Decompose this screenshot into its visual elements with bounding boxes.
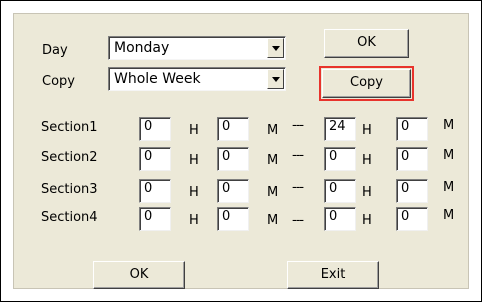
- hour-unit: H: [362, 185, 372, 200]
- day-select[interactable]: Monday: [108, 36, 286, 60]
- copy-select-value: Whole Week: [114, 71, 201, 87]
- end-minute-field[interactable]: 0: [396, 117, 428, 141]
- day-dropdown-arrow[interactable]: [267, 38, 284, 58]
- start-hour-field[interactable]: 0: [139, 117, 171, 141]
- start-hour-field[interactable]: 0: [139, 207, 171, 231]
- hour-unit: H: [189, 123, 199, 138]
- copy-label: Copy: [42, 74, 75, 89]
- minute-unit: M: [443, 180, 455, 195]
- start-hour-field[interactable]: 0: [139, 147, 171, 171]
- end-minute-field[interactable]: 0: [396, 179, 428, 203]
- start-minute-field-value: 0: [222, 209, 231, 224]
- minute-unit: M: [267, 213, 279, 228]
- start-hour-field-value: 0: [144, 181, 153, 196]
- end-minute-field-value: 0: [401, 119, 410, 134]
- end-hour-field-value: 24: [329, 119, 346, 134]
- section-label: Section2: [41, 150, 98, 165]
- day-label: Day: [42, 43, 68, 58]
- range-separator: ---: [292, 213, 304, 228]
- chevron-down-icon: [272, 46, 280, 51]
- hour-unit: H: [189, 185, 199, 200]
- start-minute-field[interactable]: 0: [217, 117, 249, 141]
- start-minute-field-value: 0: [222, 149, 231, 164]
- bottom-ok-button-label: OK: [129, 267, 149, 282]
- range-separator: ---: [292, 118, 304, 133]
- hour-unit: H: [362, 123, 372, 138]
- start-minute-field[interactable]: 0: [217, 207, 249, 231]
- dialog-panel: Day Monday OK Copy Whole Week Copy Secti…: [13, 13, 469, 289]
- end-hour-field-value: 0: [329, 209, 338, 224]
- start-hour-field[interactable]: 0: [139, 179, 171, 203]
- minute-unit: M: [443, 148, 455, 163]
- section-label: Section3: [41, 182, 98, 197]
- section-label: Section1: [41, 120, 98, 135]
- start-hour-field-value: 0: [144, 119, 153, 134]
- minute-unit: M: [267, 185, 279, 200]
- start-minute-field[interactable]: 0: [217, 179, 249, 203]
- chevron-down-icon: [272, 77, 280, 82]
- hour-unit: H: [362, 153, 372, 168]
- range-separator: ---: [292, 180, 304, 195]
- start-minute-field-value: 0: [222, 119, 231, 134]
- end-minute-field[interactable]: 0: [396, 207, 428, 231]
- top-ok-button-label: OK: [357, 35, 376, 50]
- end-hour-field[interactable]: 0: [324, 207, 356, 231]
- screenshot-frame: Day Monday OK Copy Whole Week Copy Secti…: [0, 0, 482, 302]
- start-hour-field-value: 0: [144, 209, 153, 224]
- minute-unit: M: [267, 123, 279, 138]
- minute-unit: M: [443, 208, 455, 223]
- copy-button-label: Copy: [350, 75, 383, 90]
- copy-button[interactable]: Copy: [319, 66, 414, 101]
- hour-unit: H: [362, 213, 372, 228]
- bottom-ok-button[interactable]: OK: [93, 261, 185, 289]
- day-select-value: Monday: [114, 40, 170, 56]
- start-minute-field[interactable]: 0: [217, 147, 249, 171]
- section-label: Section4: [41, 210, 98, 225]
- end-minute-field-value: 0: [401, 181, 410, 196]
- minute-unit: M: [443, 118, 455, 133]
- end-hour-field[interactable]: 0: [324, 179, 356, 203]
- end-minute-field-value: 0: [401, 209, 410, 224]
- end-hour-field[interactable]: 0: [324, 147, 356, 171]
- start-hour-field-value: 0: [144, 149, 153, 164]
- end-minute-field[interactable]: 0: [396, 147, 428, 171]
- range-separator: ---: [292, 148, 304, 163]
- end-minute-field-value: 0: [401, 149, 410, 164]
- minute-unit: M: [267, 153, 279, 168]
- end-hour-field-value: 0: [329, 149, 338, 164]
- exit-button-label: Exit: [320, 267, 346, 282]
- end-hour-field-value: 0: [329, 181, 338, 196]
- hour-unit: H: [189, 213, 199, 228]
- top-ok-button[interactable]: OK: [324, 29, 409, 58]
- start-minute-field-value: 0: [222, 181, 231, 196]
- exit-button[interactable]: Exit: [287, 261, 379, 289]
- end-hour-field[interactable]: 24: [324, 117, 356, 141]
- copy-select[interactable]: Whole Week: [108, 67, 286, 91]
- hour-unit: H: [189, 153, 199, 168]
- copy-dropdown-arrow[interactable]: [267, 69, 284, 89]
